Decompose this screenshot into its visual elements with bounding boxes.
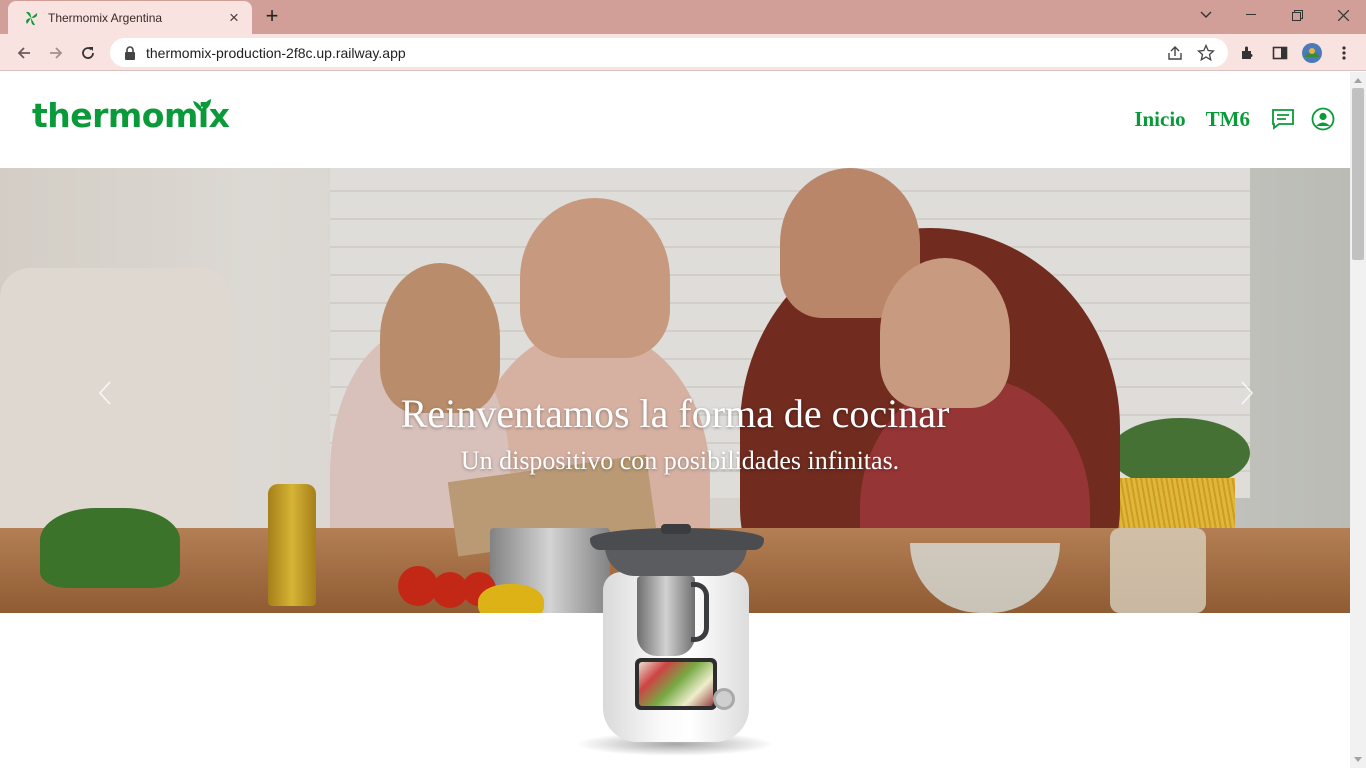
- chevron-left-icon: [98, 381, 111, 405]
- scroll-up-arrow-icon[interactable]: [1354, 78, 1362, 83]
- restore-icon[interactable]: [1274, 0, 1320, 30]
- url-text: thermomix-production-2f8c.up.railway.app: [146, 44, 406, 61]
- device-lid-knob: [661, 524, 691, 534]
- browser-menu-icon[interactable]: [1334, 43, 1354, 63]
- chevron-right-icon: [1241, 381, 1254, 405]
- tab-search-icon[interactable]: [1194, 0, 1218, 30]
- thermomix-tm6-device-image: [565, 524, 785, 764]
- nav-inicio-link[interactable]: Inicio: [1134, 107, 1185, 132]
- thermomix-favicon-icon: [26, 11, 38, 25]
- browser-toolbar: thermomix-production-2f8c.up.railway.app: [0, 34, 1366, 71]
- device-bowl: [637, 576, 695, 656]
- back-icon[interactable]: [13, 42, 35, 64]
- device-screen: [635, 658, 717, 710]
- close-window-icon[interactable]: [1320, 0, 1366, 30]
- scroll-down-arrow-icon[interactable]: [1354, 757, 1362, 762]
- carousel-prev-button[interactable]: [90, 378, 120, 408]
- profile-avatar[interactable]: [1302, 43, 1322, 63]
- tab-strip: Thermomix Argentina × +: [0, 0, 1366, 34]
- web-page: thermomix Inicio TM6 Reinventamos la for…: [0, 72, 1350, 768]
- window-controls: [1200, 0, 1366, 30]
- site-header: thermomix Inicio TM6: [0, 72, 1350, 168]
- hero-title: Reinventamos la forma de cocinar: [400, 391, 950, 436]
- browser-tab[interactable]: Thermomix Argentina ×: [8, 1, 252, 34]
- nav-tm6-link[interactable]: TM6: [1206, 107, 1250, 132]
- chat-icon[interactable]: [1270, 106, 1296, 132]
- tab-title: Thermomix Argentina: [48, 10, 163, 25]
- extensions-icon[interactable]: [1238, 43, 1258, 63]
- side-panel-icon[interactable]: [1270, 43, 1290, 63]
- device-handle: [691, 582, 709, 642]
- minimize-icon[interactable]: [1228, 0, 1274, 30]
- logo-leaf-icon: [193, 99, 211, 112]
- carousel-next-button[interactable]: [1232, 378, 1262, 408]
- hero-subtitle: Un dispositivo con posibilidades infinit…: [460, 446, 900, 475]
- new-tab-button[interactable]: +: [262, 5, 282, 27]
- page-scrollbar[interactable]: [1350, 72, 1366, 768]
- forward-icon[interactable]: [45, 42, 67, 64]
- user-account-icon[interactable]: [1310, 106, 1336, 132]
- lock-icon: [125, 45, 135, 60]
- scrollbar-thumb[interactable]: [1352, 88, 1364, 260]
- device-dial: [713, 688, 735, 710]
- main-nav: Inicio TM6: [1134, 106, 1336, 132]
- device-lid-base: [605, 546, 747, 576]
- close-tab-icon[interactable]: ×: [226, 9, 242, 26]
- address-bar[interactable]: thermomix-production-2f8c.up.railway.app: [110, 38, 1228, 67]
- share-icon[interactable]: [1166, 44, 1184, 62]
- hero-caption: Reinventamos la forma de cocinar Un disp…: [0, 390, 1350, 478]
- reload-icon[interactable]: [77, 42, 99, 64]
- bookmark-star-icon[interactable]: [1197, 44, 1215, 62]
